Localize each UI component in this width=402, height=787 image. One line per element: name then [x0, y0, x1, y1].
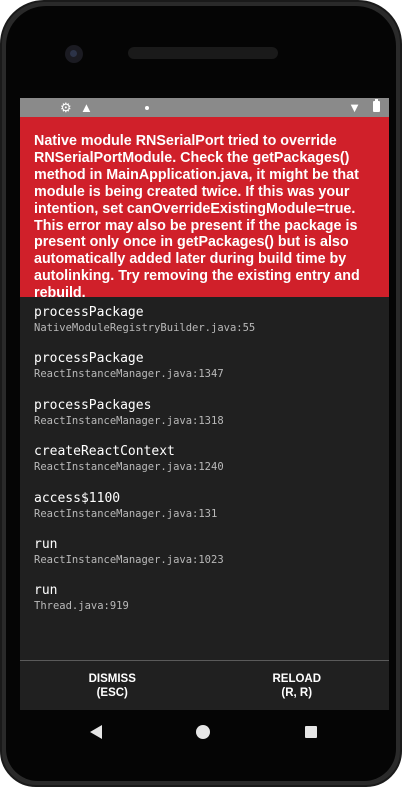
frame-file: ReactInstanceManager.java:1347 [34, 368, 224, 381]
frame-file: ReactInstanceManager.java:1023 [34, 553, 224, 566]
gear-icon: ⚙ [60, 100, 72, 115]
frame-method: processPackage [34, 305, 144, 320]
earpiece-speaker [128, 47, 278, 59]
dismiss-button[interactable]: DISMISS (ESC) [20, 661, 205, 710]
status-bar: ⚙ ▲ ▼ [20, 98, 389, 117]
frame-method: createReactContext [34, 444, 175, 460]
wifi-icon: ▼ [348, 100, 361, 115]
recents-icon[interactable] [305, 726, 317, 738]
frame-file: ReactInstanceManager.java:1240 [34, 461, 224, 474]
stack-frame[interactable]: access$1100 ReactInstanceManager.java:13… [34, 490, 375, 536]
reload-button[interactable]: RELOAD (R, R) [205, 661, 390, 710]
frame-method: processPackage [34, 351, 144, 367]
warning-icon: ▲ [80, 100, 93, 115]
frame-file: NativeModuleRegistryBuilder.java:55 [34, 322, 256, 334]
screen: ⚙ ▲ ▼ Native module RNSerialPort tried t… [20, 98, 389, 710]
frame-file: ReactInstanceManager.java:1318 [34, 414, 224, 427]
back-icon[interactable] [90, 725, 102, 739]
phone-frame: ⚙ ▲ ▼ Native module RNSerialPort tried t… [0, 0, 402, 787]
stack-trace: processPackage NativeModuleRegistryBuild… [20, 297, 389, 629]
front-camera [65, 45, 83, 63]
frame-method: access$1100 [34, 490, 121, 506]
stack-frame[interactable]: run ReactInstanceManager.java:1023 [34, 536, 375, 582]
notification-dot-icon [145, 106, 149, 110]
frame-method: run [34, 583, 58, 599]
home-icon[interactable] [196, 725, 210, 739]
battery-icon [373, 99, 380, 112]
frame-method: run [34, 536, 58, 552]
frame-method: processPackages [34, 397, 152, 413]
redbox-footer: DISMISS (ESC) RELOAD (R, R) [20, 660, 389, 710]
frame-file: Thread.java:919 [34, 600, 129, 613]
stack-frame[interactable]: processPackage ReactInstanceManager.java… [34, 350, 375, 396]
navigation-bar [20, 710, 389, 754]
stack-frame[interactable]: processPackage NativeModuleRegistryBuild… [34, 304, 375, 350]
error-message: Native module RNSerialPort tried to over… [20, 117, 389, 301]
stack-frame[interactable]: run Thread.java:919 [34, 582, 375, 628]
stack-frame[interactable]: createReactContext ReactInstanceManager.… [34, 443, 375, 489]
frame-file: ReactInstanceManager.java:131 [34, 507, 218, 520]
stack-frame[interactable]: processPackages ReactInstanceManager.jav… [34, 397, 375, 443]
